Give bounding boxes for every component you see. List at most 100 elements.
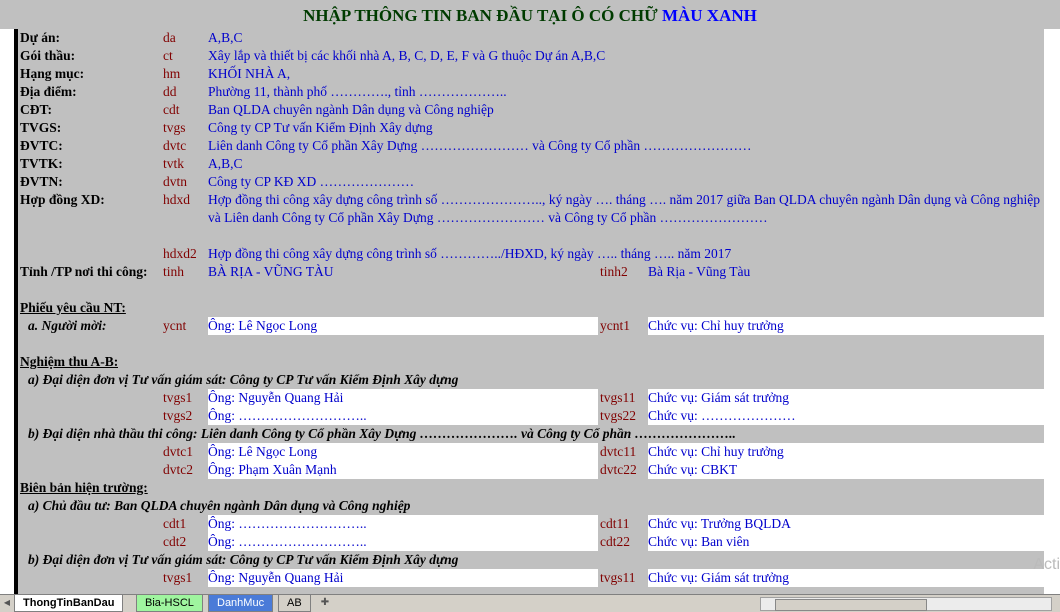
row-acceptance-heading[interactable]: Nghiệm thu A-B: bbox=[18, 353, 1044, 371]
tab-danhmuc[interactable]: DanhMuc bbox=[208, 595, 274, 612]
row-tvgs2[interactable]: tvgs2 Ông: ……………………….. tvgs22 Chức vụ: …… bbox=[18, 407, 1044, 425]
row-ct[interactable]: Gói thầu: ct Xây lắp và thiết bị các khố… bbox=[18, 47, 1044, 65]
scrollbar-thumb[interactable] bbox=[775, 599, 927, 611]
value-cell[interactable]: Ông: Lê Ngọc Long bbox=[208, 443, 598, 461]
row-cdt2[interactable]: cdt2 Ông: ……………………….. cdt22 Chức vụ: Ban… bbox=[18, 533, 1044, 551]
new-sheet-icon[interactable]: ✚ bbox=[318, 597, 332, 609]
value-cell[interactable]: Ông: Nguyễn Quang Hải bbox=[208, 389, 598, 407]
row-da[interactable]: Dự án: da A,B,C bbox=[18, 29, 1044, 47]
code-cell[interactable]: tvgs2 bbox=[163, 407, 207, 425]
row-acceptance-sub-a[interactable]: a) Đại diện đơn vị Tư vấn giám sát: Công… bbox=[18, 371, 1044, 389]
value-cell[interactable]: A,B,C bbox=[208, 29, 1043, 47]
value-cell[interactable]: Công ty CP KĐ XD ………………… bbox=[208, 173, 1043, 191]
horizontal-scrollbar[interactable] bbox=[760, 597, 1052, 611]
code-cell[interactable]: dvtc2 bbox=[163, 461, 207, 479]
code-cell[interactable]: hdxd2 bbox=[163, 245, 207, 263]
value2-cell[interactable]: Bà Rịa - Vũng Tàu bbox=[648, 263, 1044, 281]
value2-cell[interactable]: Chức vụ: Giám sát trưởng bbox=[648, 389, 1044, 407]
label-cell[interactable]: Tỉnh /TP nơi thi công: bbox=[20, 263, 148, 281]
label-cell[interactable]: Gói thầu: bbox=[20, 47, 75, 65]
worksheet-grid[interactable]: Dự án: da A,B,C Gói thầu: ct Xây lắp và … bbox=[14, 29, 1044, 594]
code-cell[interactable]: dvtc1 bbox=[163, 443, 207, 461]
value2-cell[interactable]: Chức vụ: Trưởng BQLDA bbox=[648, 515, 1044, 533]
tab-bia-hscl[interactable]: Bia-HSCL bbox=[136, 595, 203, 612]
code-cell[interactable]: dvtc bbox=[163, 137, 207, 155]
code-cell[interactable]: tvgs1 bbox=[163, 569, 207, 587]
code-cell[interactable]: dvtn bbox=[163, 173, 207, 191]
tab-thongtinbandau[interactable]: ThongTinBanDau bbox=[14, 595, 124, 612]
code-cell[interactable]: cdt2 bbox=[163, 533, 207, 551]
code2-cell[interactable]: tvgs11 bbox=[600, 569, 646, 587]
code2-cell[interactable]: cdt11 bbox=[600, 515, 646, 533]
row-tvtk[interactable]: TVTK: tvtk A,B,C bbox=[18, 155, 1044, 173]
row-hdxd[interactable]: Hợp đồng XD: hdxd Hợp đồng thi công xây … bbox=[18, 191, 1044, 227]
code-cell[interactable]: ct bbox=[163, 47, 207, 65]
contract-value-cell[interactable]: Hợp đồng thi công xây dựng công trình số… bbox=[208, 191, 1040, 227]
value-cell[interactable]: Liên danh Công ty Cổ phần Xây Dựng ……………… bbox=[208, 137, 1043, 155]
value-cell[interactable]: Phường 11, thành phố …………., tỉnh ……………….… bbox=[208, 83, 1043, 101]
code-cell[interactable]: ycnt bbox=[163, 317, 207, 335]
value-cell[interactable]: Hợp đồng thi công xây dựng công trình số… bbox=[208, 245, 1043, 263]
tab-ab[interactable]: AB bbox=[278, 595, 311, 612]
row-acceptance-sub-b[interactable]: b) Đại diện nhà thầu thi công: Liên danh… bbox=[18, 425, 1044, 443]
code2-cell[interactable]: tvgs22 bbox=[600, 407, 646, 425]
row-dvtc[interactable]: ĐVTC: dvtc Liên danh Công ty Cổ phần Xây… bbox=[18, 137, 1044, 155]
code2-cell[interactable]: dvtc11 bbox=[600, 443, 646, 461]
label-cell[interactable]: TVTK: bbox=[20, 155, 63, 173]
value2-cell[interactable]: Chức vụ: Ban viên bbox=[648, 533, 1044, 551]
row-site-tvgs1[interactable]: tvgs1 Ông: Nguyễn Quang Hải tvgs11 Chức … bbox=[18, 569, 1044, 587]
code2-cell[interactable]: tvgs11 bbox=[600, 389, 646, 407]
code-cell[interactable]: cdt1 bbox=[163, 515, 207, 533]
code2-cell[interactable]: tinh2 bbox=[600, 263, 646, 281]
value2-cell[interactable]: Chức vụ: CBKT bbox=[648, 461, 1044, 479]
label-cell[interactable]: TVGS: bbox=[20, 119, 61, 137]
section-heading[interactable]: Nghiệm thu A-B: bbox=[20, 353, 118, 371]
row-site-heading[interactable]: Biên bản hiện trường: bbox=[18, 479, 1044, 497]
row-dvtc2[interactable]: dvtc2 Ông: Phạm Xuân Mạnh dvtc22 Chức vụ… bbox=[18, 461, 1044, 479]
code-cell[interactable]: tvgs1 bbox=[163, 389, 207, 407]
code-cell[interactable]: hm bbox=[163, 65, 207, 83]
code2-cell[interactable]: ycnt1 bbox=[600, 317, 646, 335]
row-tvgs[interactable]: TVGS: tvgs Công ty CP Tư vấn Kiểm Định X… bbox=[18, 119, 1044, 137]
value-cell[interactable]: Ông: ……………………….. bbox=[208, 407, 598, 425]
row-tvgs1[interactable]: tvgs1 Ông: Nguyễn Quang Hải tvgs11 Chức … bbox=[18, 389, 1044, 407]
value-cell[interactable]: Xây lắp và thiết bị các khối nhà A, B, C… bbox=[208, 47, 1043, 65]
value-cell[interactable]: KHỐI NHÀ A, bbox=[208, 65, 1043, 83]
label-cell[interactable]: Hạng mục: bbox=[20, 65, 84, 83]
row-hdxd2[interactable]: hdxd2 Hợp đồng thi công xây dựng công tr… bbox=[18, 245, 1044, 263]
label-cell[interactable]: Địa điểm: bbox=[20, 83, 77, 101]
sub-label[interactable]: a) Chủ đầu tư: Ban QLDA chuyên ngành Dân… bbox=[28, 497, 410, 515]
value-cell[interactable]: Ông: ……………………….. bbox=[208, 515, 598, 533]
sub-label[interactable]: b) Đại diện đơn vị Tư vấn giám sát: Công… bbox=[28, 551, 458, 569]
row-cdt1[interactable]: cdt1 Ông: ……………………….. cdt11 Chức vụ: Trư… bbox=[18, 515, 1044, 533]
value-cell[interactable]: A,B,C bbox=[208, 155, 1043, 173]
label-cell[interactable]: ĐVTN: bbox=[20, 173, 63, 191]
value2-cell[interactable]: Chức vụ: Chỉ huy trưởng bbox=[648, 443, 1044, 461]
code-cell[interactable]: tinh bbox=[163, 263, 207, 281]
row-dd[interactable]: Địa điểm: dd Phường 11, thành phố ………….,… bbox=[18, 83, 1044, 101]
first-sheet-icon[interactable]: ◀ bbox=[0, 597, 14, 609]
label-cell[interactable]: CĐT: bbox=[20, 101, 52, 119]
sub-label[interactable]: a) Đại diện đơn vị Tư vấn giám sát: Công… bbox=[28, 371, 458, 389]
sub-label[interactable]: a. Người mời: bbox=[28, 317, 106, 335]
row-site-sub-b[interactable]: b) Đại diện đơn vị Tư vấn giám sát: Công… bbox=[18, 551, 1044, 569]
row-tinh[interactable]: Tỉnh /TP nơi thi công: tinh BÀ RỊA - VŨN… bbox=[18, 263, 1044, 281]
section-heading[interactable]: Biên bản hiện trường: bbox=[20, 479, 148, 497]
value2-cell[interactable]: Chức vụ: Chỉ huy trưởng bbox=[648, 317, 1044, 335]
value-cell[interactable]: Ông: Nguyễn Quang Hải bbox=[208, 569, 598, 587]
code-cell[interactable]: dd bbox=[163, 83, 207, 101]
code-cell[interactable]: hdxd bbox=[163, 191, 207, 209]
code2-cell[interactable]: dvtc22 bbox=[600, 461, 646, 479]
row-cdt[interactable]: CĐT: cdt Ban QLDA chuyên ngành Dân dụng … bbox=[18, 101, 1044, 119]
value-cell[interactable]: Ban QLDA chuyên ngành Dân dụng và Công n… bbox=[208, 101, 1043, 119]
row-hm[interactable]: Hạng mục: hm KHỐI NHÀ A, bbox=[18, 65, 1044, 83]
value-cell[interactable]: Ông: Lê Ngọc Long bbox=[208, 317, 598, 335]
code2-cell[interactable]: cdt22 bbox=[600, 533, 646, 551]
code-cell[interactable]: cdt bbox=[163, 101, 207, 119]
section-heading[interactable]: Phiếu yêu cầu NT: bbox=[20, 299, 126, 317]
row-ycnt[interactable]: a. Người mời: ycnt Ông: Lê Ngọc Long ycn… bbox=[18, 317, 1044, 335]
row-site-sub-a[interactable]: a) Chủ đầu tư: Ban QLDA chuyên ngành Dân… bbox=[18, 497, 1044, 515]
row-request-heading[interactable]: Phiếu yêu cầu NT: bbox=[18, 299, 1044, 317]
row-dvtc1[interactable]: dvtc1 Ông: Lê Ngọc Long dvtc11 Chức vụ: … bbox=[18, 443, 1044, 461]
value2-cell[interactable]: Chức vụ: Giám sát trưởng bbox=[648, 569, 1044, 587]
